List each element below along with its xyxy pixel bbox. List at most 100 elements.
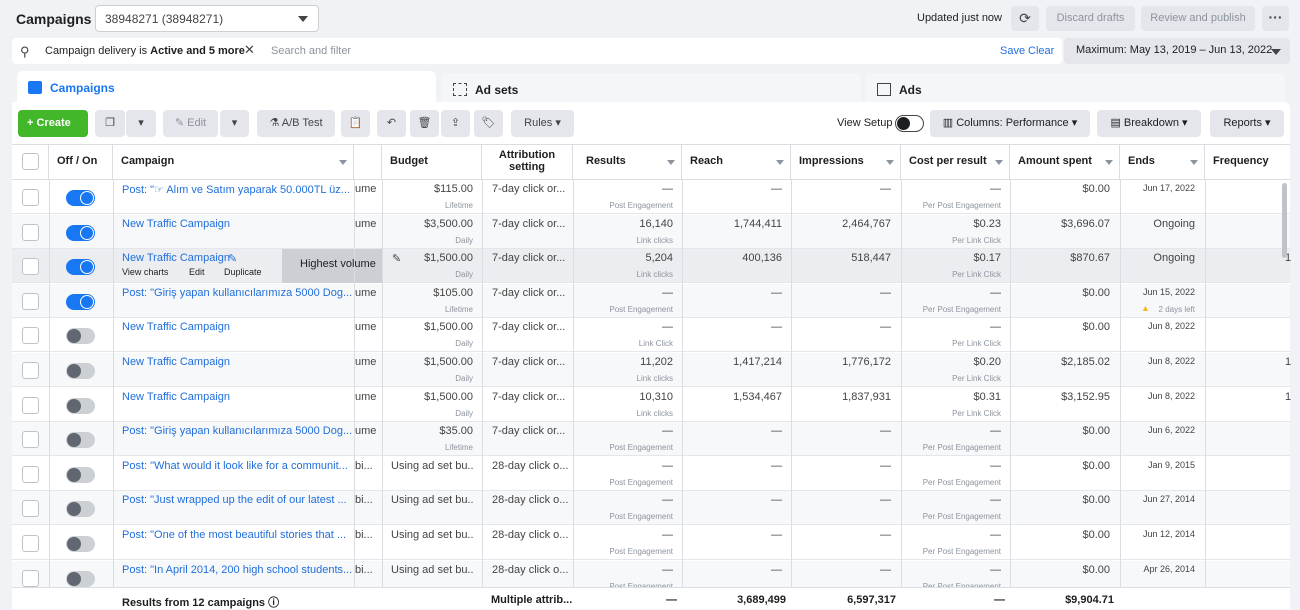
campaign-name-link[interactable]: New Traffic Campaign bbox=[122, 391, 352, 403]
budget-type: Daily bbox=[455, 339, 473, 348]
campaign-toggle[interactable] bbox=[66, 501, 95, 517]
undo-button[interactable]: ↶ bbox=[377, 110, 406, 137]
campaign-toggle[interactable] bbox=[66, 259, 95, 275]
row-checkbox[interactable] bbox=[22, 327, 39, 344]
campaign-toggle[interactable] bbox=[66, 328, 95, 344]
header-impressions[interactable]: Impressions bbox=[791, 144, 901, 180]
results-value: — bbox=[662, 460, 673, 472]
filter-chip[interactable]: Campaign delivery is Active and 5 more bbox=[39, 42, 251, 61]
row-checkbox[interactable] bbox=[22, 397, 39, 414]
header-campaign[interactable]: Campaign bbox=[113, 144, 354, 180]
results-value: — bbox=[662, 287, 673, 299]
close-icon[interactable]: ✕ bbox=[244, 42, 255, 58]
frequency-value: 1 bbox=[1285, 391, 1292, 403]
header-attribution[interactable]: Attribution setting bbox=[482, 144, 573, 180]
reports-button[interactable]: Reports ▾ bbox=[1210, 110, 1284, 137]
row-checkbox[interactable] bbox=[22, 570, 39, 587]
row-checkbox[interactable] bbox=[22, 431, 39, 448]
delete-button[interactable]: 🗑 bbox=[410, 110, 439, 137]
campaign-name-link[interactable]: New Traffic Campaign bbox=[122, 356, 352, 368]
row-checkbox[interactable] bbox=[22, 293, 39, 310]
amount-spent-value: $0.00 bbox=[1082, 321, 1110, 333]
cpr-type: Per Link Click bbox=[952, 374, 1001, 383]
cpr-type: Per Link Click bbox=[952, 409, 1001, 418]
bid-strategy: bi... bbox=[355, 529, 373, 541]
ab-test-button[interactable]: ⚗ A/B Test bbox=[257, 110, 335, 137]
vertical-scrollbar[interactable] bbox=[1282, 183, 1287, 258]
pencil-icon[interactable]: ✎ bbox=[228, 252, 238, 265]
account-selector[interactable]: 38948271 (38948271) bbox=[95, 5, 319, 32]
sort-icon bbox=[886, 160, 894, 165]
row-checkbox[interactable] bbox=[22, 362, 39, 379]
save-filter-link[interactable]: Save bbox=[1000, 45, 1025, 57]
campaign-toggle[interactable] bbox=[66, 294, 95, 310]
edit-dropdown[interactable]: ▾ bbox=[220, 110, 249, 137]
campaign-name-link[interactable]: Post: "In April 2014, 200 high school st… bbox=[122, 564, 352, 576]
refresh-button[interactable]: ⟳ bbox=[1011, 6, 1039, 31]
budget-type: Lifetime bbox=[444, 305, 473, 314]
campaign-toggle[interactable] bbox=[66, 363, 95, 379]
review-publish-button[interactable]: Review and publish bbox=[1141, 6, 1255, 31]
campaign-toggle[interactable] bbox=[66, 190, 95, 206]
row-checkbox[interactable] bbox=[22, 258, 39, 275]
header-budget[interactable]: Budget bbox=[382, 144, 482, 180]
results-value: 16,140 bbox=[639, 218, 673, 230]
amount-spent-value: $3,152.95 bbox=[1061, 391, 1110, 403]
header-ends[interactable]: Ends bbox=[1120, 144, 1205, 180]
row-checkbox[interactable] bbox=[22, 224, 39, 241]
view-charts-link[interactable]: View charts bbox=[122, 267, 182, 277]
results-type: Link clicks bbox=[636, 236, 673, 245]
columns-button[interactable]: ▥ Columns: Performance ▾ bbox=[930, 110, 1090, 137]
clear-filter-link[interactable]: Clear bbox=[1028, 45, 1054, 57]
campaign-toggle[interactable] bbox=[66, 432, 95, 448]
header-spent[interactable]: Amount spent bbox=[1010, 144, 1120, 180]
header-frequency[interactable]: Frequency bbox=[1205, 144, 1290, 180]
header-select-all[interactable] bbox=[12, 144, 49, 180]
campaign-name-link[interactable]: New Traffic Campaign bbox=[122, 321, 352, 333]
tag-button[interactable]: 🏷 bbox=[474, 110, 503, 137]
duplicate-link[interactable]: Duplicate bbox=[224, 267, 274, 277]
header-cpr[interactable]: Cost per result bbox=[901, 144, 1010, 180]
rules-button[interactable]: Rules ▾ bbox=[511, 110, 574, 137]
header-reach[interactable]: Reach bbox=[682, 144, 791, 180]
campaign-name-link[interactable]: Post: "Giriş yapan kullanıcılarımıza 500… bbox=[122, 287, 352, 299]
row-checkbox[interactable] bbox=[22, 535, 39, 552]
budget-type: Daily bbox=[455, 374, 473, 383]
campaign-name-link[interactable]: New Traffic Campaign bbox=[122, 218, 352, 230]
breakdown-button[interactable]: ▤ Breakdown ▾ bbox=[1097, 110, 1201, 137]
cpr-value: — bbox=[990, 529, 1001, 541]
row-checkbox[interactable] bbox=[22, 466, 39, 483]
edit-link[interactable]: Edit bbox=[189, 267, 219, 277]
info-icon[interactable]: ⓘ bbox=[268, 597, 279, 609]
tab-campaigns[interactable]: Campaigns bbox=[17, 71, 436, 104]
discard-drafts-button[interactable]: Discard drafts bbox=[1046, 6, 1135, 31]
clipboard-button[interactable]: 📋 bbox=[341, 110, 370, 137]
ends-note: 2 days left bbox=[1158, 305, 1195, 314]
view-setup-toggle[interactable] bbox=[895, 115, 924, 132]
campaign-name-link[interactable]: Post: "Just wrapped up the edit of our l… bbox=[122, 494, 352, 506]
campaign-toggle[interactable] bbox=[66, 225, 95, 241]
more-options-button[interactable]: ··· bbox=[1262, 6, 1289, 31]
edit-button[interactable]: ✎ Edit bbox=[163, 110, 218, 137]
campaign-name-link[interactable]: Post: "Giriş yapan kullanıcılarımıza 500… bbox=[122, 425, 352, 437]
campaign-toggle[interactable] bbox=[66, 536, 95, 552]
campaign-name-link[interactable]: Post: "☞ Alım ve Satım yaparak 50.000TL … bbox=[122, 183, 352, 196]
campaign-toggle[interactable] bbox=[66, 571, 95, 587]
campaign-toggle[interactable] bbox=[66, 398, 95, 414]
search-input[interactable]: Search and filter bbox=[271, 45, 351, 57]
row-checkbox[interactable] bbox=[22, 189, 39, 206]
duplicate-button[interactable]: ❐ bbox=[95, 110, 125, 137]
campaign-name-link[interactable]: Post: "One of the most beautiful stories… bbox=[122, 529, 352, 541]
campaign-toggle[interactable] bbox=[66, 467, 95, 483]
duplicate-dropdown[interactable]: ▾ bbox=[126, 110, 156, 137]
column-divider bbox=[1010, 180, 1011, 609]
create-button[interactable]: + Create bbox=[18, 110, 88, 137]
row-checkbox[interactable] bbox=[22, 500, 39, 517]
column-divider bbox=[482, 180, 483, 609]
date-range-picker[interactable]: Maximum: May 13, 2019 – Jun 13, 2022 bbox=[1064, 38, 1290, 64]
campaign-name-link[interactable]: Post: "What would it look like for a com… bbox=[122, 460, 352, 472]
select-all-checkbox[interactable] bbox=[22, 153, 39, 170]
export-button[interactable]: ⇪ bbox=[441, 110, 470, 137]
header-results[interactable]: Results bbox=[573, 144, 682, 180]
budget-value: $1,500.00 bbox=[424, 321, 473, 333]
